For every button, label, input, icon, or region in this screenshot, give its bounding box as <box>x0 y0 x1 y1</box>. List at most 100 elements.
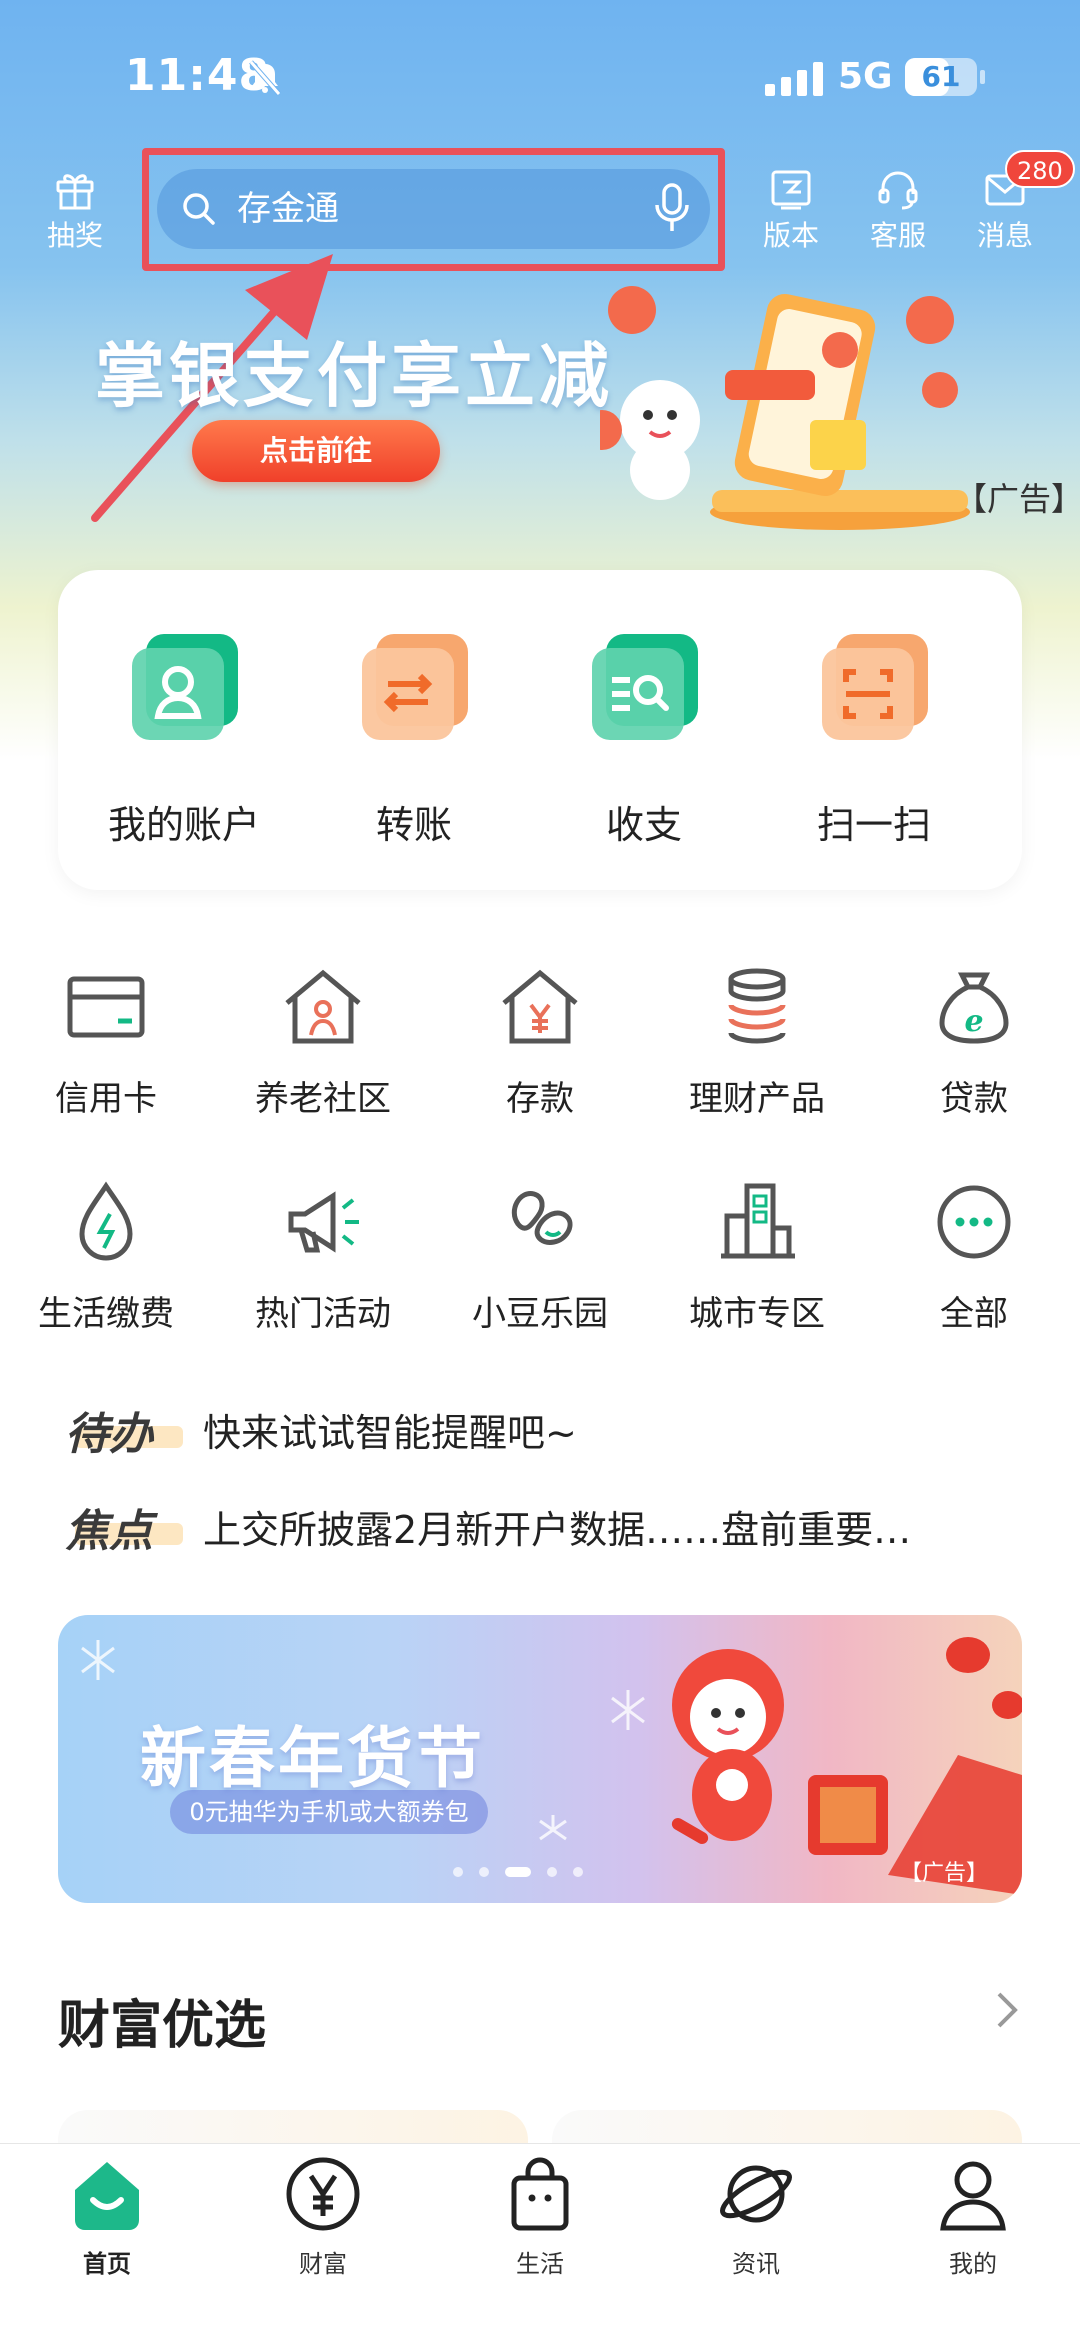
grid-elderly-community-label: 养老社区 <box>255 1079 391 1119</box>
scan-icon <box>822 634 928 740</box>
focus-tag: 焦点 <box>65 1506 153 1557</box>
lottery-label: 抽奖 <box>46 219 103 252</box>
grid-credit-card-label: 信用卡 <box>55 1079 157 1119</box>
tab-wealth[interactable]: 财富 <box>243 2154 403 2279</box>
focus-notice[interactable]: 焦点 上交所披露2月新开户数据……盘前重要… <box>65 1495 1025 1557</box>
headset-icon <box>878 171 918 210</box>
quick-transfer-label: 转账 <box>375 803 452 847</box>
search-bar[interactable] <box>157 169 710 249</box>
utility-payment-icon <box>79 1181 133 1261</box>
battery-tip <box>980 70 985 84</box>
quick-actions-card: 我的账户 转账 收支 扫一扫 <box>58 570 1022 890</box>
version-label: 版本 <box>762 219 819 252</box>
message-label: 消息 <box>976 219 1033 252</box>
pager-dot <box>453 1867 463 1877</box>
banner-title: 掌银支付享立减 <box>95 335 613 417</box>
pager-dot <box>573 1867 583 1877</box>
grid-city-zone[interactable]: 城市专区 <box>657 1180 857 1335</box>
grid-city-zone-label: 城市专区 <box>689 1294 825 1334</box>
planet-icon <box>720 2165 792 2223</box>
gift-icon <box>56 174 94 210</box>
tab-mine[interactable]: 我的 <box>893 2154 1053 2279</box>
grid-utility-payment-label: 生活缴费 <box>38 1294 174 1334</box>
lottery-button[interactable]: 抽奖 <box>30 168 120 254</box>
svg-text:e: e <box>964 1004 983 1039</box>
new-year-promo-banner[interactable]: 新春年货节 0元抽华为手机或大额券包 【广告】 <box>58 1615 1022 1903</box>
network-type: 5G <box>838 56 893 97</box>
service-label: 客服 <box>869 219 926 252</box>
tab-wealth-label: 财富 <box>299 2250 347 2278</box>
promo-ad-tag: 【广告】 <box>900 1861 989 1886</box>
tab-home-label: 首页 <box>83 2250 131 2278</box>
grid-all[interactable]: 全部 <box>874 1180 1074 1335</box>
loan-icon: e <box>939 972 1009 1044</box>
user-icon <box>940 2161 1006 2231</box>
version-button[interactable]: 版本 <box>746 168 836 254</box>
promo-illustration <box>600 286 970 530</box>
banner-cta-button[interactable]: 点击前往 <box>192 420 440 482</box>
grid-elderly-community[interactable]: 养老社区 <box>223 965 423 1120</box>
yen-icon <box>286 2157 360 2231</box>
deposit-icon <box>502 969 578 1044</box>
grid-credit-card[interactable]: 信用卡 <box>6 965 206 1120</box>
wealth-products-icon <box>728 968 786 1044</box>
tab-news[interactable]: 资讯 <box>676 2154 836 2279</box>
credit-card-icon <box>67 976 145 1038</box>
focus-text: 上交所披露2月新开户数据……盘前重要… <box>203 1508 912 1552</box>
version-switch-icon <box>771 170 811 210</box>
account-icon <box>132 634 238 740</box>
search-input[interactable] <box>237 179 617 239</box>
pager-dot <box>547 1867 557 1877</box>
search-icon <box>183 193 215 225</box>
grid-wealth-products-label: 理财产品 <box>689 1079 825 1119</box>
message-count-badge: 280 <box>1005 150 1075 188</box>
grid-deposit[interactable]: 存款 <box>440 965 640 1120</box>
microphone-icon[interactable] <box>654 183 690 235</box>
todo-tag: 待办 <box>65 1409 153 1460</box>
elderly-community-icon <box>285 969 361 1044</box>
quick-my-account-label: 我的账户 <box>107 803 260 847</box>
promo-subtitle: 0元抽华为手机或大额券包 <box>170 1790 488 1834</box>
quick-my-account[interactable]: 我的账户 <box>84 630 284 849</box>
quick-transfer[interactable]: 转账 <box>314 630 514 849</box>
battery-level: 61 <box>921 60 961 93</box>
grid-bean-park-label: 小豆乐园 <box>472 1294 608 1334</box>
tab-life-label: 生活 <box>516 2250 564 2278</box>
grid-wealth-products[interactable]: 理财产品 <box>657 965 857 1120</box>
tab-mine-label: 我的 <box>949 2250 997 2278</box>
bell-muted-icon <box>249 60 281 96</box>
grid-deposit-label: 存款 <box>506 1079 574 1119</box>
chevron-right-icon[interactable] <box>995 1990 1021 2030</box>
grid-loan[interactable]: e 贷款 <box>874 965 1074 1120</box>
grid-loan-label: 贷款 <box>940 1079 1008 1119</box>
shopping-bag-icon <box>511 2157 569 2231</box>
todo-notice[interactable]: 待办 快来试试智能提醒吧~ <box>65 1398 1025 1460</box>
customer-service-button[interactable]: 客服 <box>853 168 943 254</box>
todo-text: 快来试试智能提醒吧~ <box>203 1411 577 1455</box>
top-banner-ad-tag: 【广告】 <box>955 480 1080 518</box>
quick-scan-label: 扫一扫 <box>816 803 931 847</box>
pager-dot <box>479 1867 489 1877</box>
transfer-icon <box>362 634 468 740</box>
bottom-tab-bar: 首页 财富 生活 资讯 我的 <box>0 2143 1080 2347</box>
battery-icon: 61 <box>905 58 977 96</box>
grid-utility-payment[interactable]: 生活缴费 <box>6 1180 206 1335</box>
tab-news-label: 资讯 <box>732 2250 780 2278</box>
bean-park-icon <box>511 1191 573 1245</box>
status-bar: 11:48 5G 61 <box>0 0 1080 150</box>
signal-icon <box>765 62 823 96</box>
grid-hot-activities[interactable]: 热门活动 <box>223 1180 423 1335</box>
grid-bean-park[interactable]: 小豆乐园 <box>440 1180 640 1335</box>
quick-income-expense-label: 收支 <box>605 803 682 847</box>
tab-life[interactable]: 生活 <box>460 2154 620 2279</box>
quick-income-expense[interactable]: 收支 <box>544 630 744 849</box>
quick-scan[interactable]: 扫一扫 <box>774 630 974 849</box>
wealth-section-title: 财富优选 <box>58 1996 267 2056</box>
more-icon <box>937 1185 1011 1259</box>
income-expense-icon <box>592 634 698 740</box>
grid-all-label: 全部 <box>940 1294 1008 1334</box>
tab-home[interactable]: 首页 <box>27 2154 187 2279</box>
pager-dot <box>505 1867 531 1877</box>
megaphone-icon <box>288 1191 359 1253</box>
promo-title: 新春年货节 <box>140 1720 485 1797</box>
